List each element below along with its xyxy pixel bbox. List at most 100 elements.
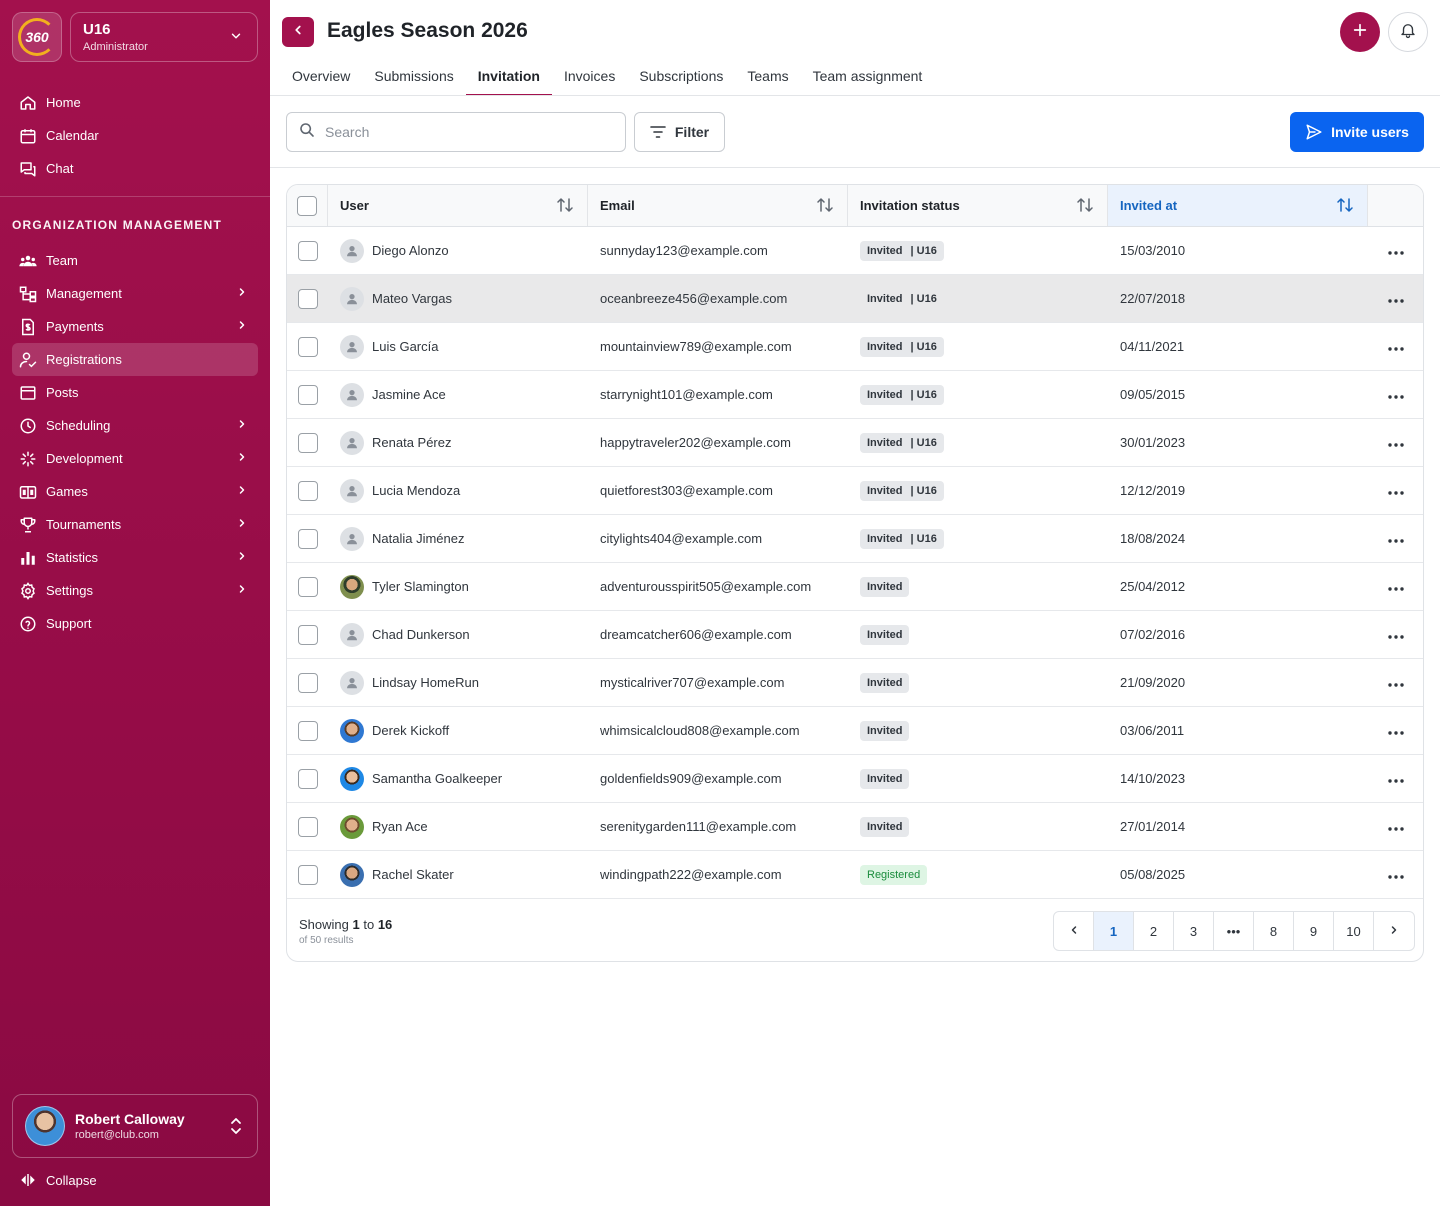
column-header-status[interactable]: Invitation status xyxy=(848,185,1108,226)
invited-at-cell: 25/04/2012 xyxy=(1120,579,1186,594)
row-checkbox[interactable] xyxy=(297,528,318,549)
org-switcher[interactable]: U16 Administrator xyxy=(70,12,258,62)
table-row[interactable]: Tyler Slamington adventurousspirit505@exa… xyxy=(287,563,1423,611)
column-header-invited-at[interactable]: Invited at xyxy=(1108,185,1368,226)
select-all-checkbox[interactable] xyxy=(297,195,317,216)
more-horizontal-icon xyxy=(1387,819,1404,834)
tab-teams[interactable]: Teams xyxy=(735,60,800,96)
row-select-cell xyxy=(287,419,328,466)
avatar xyxy=(340,574,364,599)
row-checkbox[interactable] xyxy=(297,432,318,453)
row-actions-button[interactable] xyxy=(1368,707,1423,754)
email-cell: mountainview789@example.com xyxy=(600,339,792,354)
sidebar-item-payments[interactable]: Payments xyxy=(12,310,258,343)
status-badge: Invited | U16 xyxy=(860,432,944,453)
sidebar-item-scheduling[interactable]: Scheduling xyxy=(12,409,258,442)
table-row[interactable]: Luis García mountainview789@example.com In… xyxy=(287,323,1423,371)
sidebar-item-development[interactable]: Development xyxy=(12,442,258,475)
sidebar-item-settings[interactable]: Settings xyxy=(12,574,258,607)
table-row[interactable]: Chad Dunkerson dreamcatcher606@example.co… xyxy=(287,611,1423,659)
page-ellipsis[interactable]: ••• xyxy=(1214,912,1254,950)
table-row[interactable]: Jasmine Ace starrynight101@example.com Inv… xyxy=(287,371,1423,419)
sidebar-item-tournaments[interactable]: Tournaments xyxy=(12,508,258,541)
row-checkbox[interactable] xyxy=(297,288,318,309)
add-button[interactable] xyxy=(1340,12,1380,52)
club-logo[interactable]: 360 xyxy=(12,12,62,62)
status-text: Invited xyxy=(867,388,903,401)
row-checkbox[interactable] xyxy=(297,816,318,837)
sidebar-item-home[interactable]: Home xyxy=(12,86,258,119)
table-row[interactable]: Derek Kickoff whimsicalcloud808@example.c… xyxy=(287,707,1423,755)
row-actions-button[interactable] xyxy=(1368,563,1423,610)
row-checkbox[interactable] xyxy=(297,720,318,741)
page-9[interactable]: 9 xyxy=(1294,912,1334,950)
table-row[interactable]: Lindsay HomeRun mysticalriver707@example.… xyxy=(287,659,1423,707)
page-2[interactable]: 2 xyxy=(1134,912,1174,950)
collapse-button[interactable]: Collapse xyxy=(18,1170,97,1190)
page-8[interactable]: 8 xyxy=(1254,912,1294,950)
tab-submissions[interactable]: Submissions xyxy=(362,60,465,96)
table-row[interactable]: Mateo Vargas oceanbreeze456@example.com In… xyxy=(287,275,1423,323)
row-checkbox[interactable] xyxy=(297,672,318,693)
tab-team-assignment[interactable]: Team assignment xyxy=(801,60,935,96)
tab-invitation[interactable]: Invitation xyxy=(465,60,553,96)
filter-button[interactable]: Filter xyxy=(634,112,725,152)
table-row[interactable]: Rachel Skater windingpath222@example.com R… xyxy=(287,851,1423,899)
chevron-right-icon xyxy=(236,550,248,565)
row-actions-button[interactable] xyxy=(1368,803,1423,850)
user-menu[interactable]: Robert Calloway robert@club.com xyxy=(12,1094,258,1158)
page-10[interactable]: 10 xyxy=(1334,912,1374,950)
table-row[interactable]: Ryan Ace serenitygarden111@example.com Inv… xyxy=(287,803,1423,851)
page-3[interactable]: 3 xyxy=(1174,912,1214,950)
column-header-user[interactable]: User xyxy=(328,185,588,226)
back-button[interactable] xyxy=(282,17,314,47)
row-actions-button[interactable] xyxy=(1368,611,1423,658)
table-row[interactable]: Lucia Mendoza quietforest303@example.com I… xyxy=(287,467,1423,515)
sidebar-item-management[interactable]: Management xyxy=(12,277,258,310)
sidebar-item-team[interactable]: Team xyxy=(12,244,258,277)
row-checkbox[interactable] xyxy=(297,240,318,261)
row-actions-button[interactable] xyxy=(1368,227,1423,274)
home-icon xyxy=(18,93,38,113)
tab-subscriptions[interactable]: Subscriptions xyxy=(627,60,735,96)
sidebar-item-calendar[interactable]: Calendar xyxy=(12,119,258,152)
status-team-text: U16 xyxy=(916,532,937,545)
row-actions-button[interactable] xyxy=(1368,323,1423,370)
tab-overview[interactable]: Overview xyxy=(280,60,362,96)
row-checkbox[interactable] xyxy=(297,864,318,885)
more-horizontal-icon xyxy=(1387,243,1404,258)
table-row[interactable]: Natalia Jiménez citylights404@example.com… xyxy=(287,515,1423,563)
invite-users-button[interactable]: Invite users xyxy=(1290,112,1424,152)
table-row[interactable]: Diego Alonzo sunnyday123@example.com Invit… xyxy=(287,227,1423,275)
next-page-button[interactable] xyxy=(1374,912,1414,950)
row-actions-button[interactable] xyxy=(1368,419,1423,466)
row-checkbox[interactable] xyxy=(297,384,318,405)
column-header-email[interactable]: Email xyxy=(588,185,848,226)
page-1[interactable]: 1 xyxy=(1094,912,1134,950)
row-checkbox[interactable] xyxy=(297,576,318,597)
row-actions-button[interactable] xyxy=(1368,659,1423,706)
sidebar-item-games[interactable]: Games xyxy=(12,475,258,508)
column-label: Email xyxy=(600,198,635,213)
table-row[interactable]: Renata Pérez happytraveler202@example.com… xyxy=(287,419,1423,467)
tab-invoices[interactable]: Invoices xyxy=(552,60,627,96)
row-checkbox[interactable] xyxy=(297,624,318,645)
sidebar-item-statistics[interactable]: Statistics xyxy=(12,541,258,574)
sidebar-item-chat[interactable]: Chat xyxy=(12,152,258,185)
row-actions-button[interactable] xyxy=(1368,467,1423,514)
row-actions-button[interactable] xyxy=(1368,851,1423,898)
sidebar-item-registrations[interactable]: Registrations xyxy=(12,343,258,376)
notifications-button[interactable] xyxy=(1388,12,1428,52)
row-actions-button[interactable] xyxy=(1368,275,1423,322)
sidebar-item-support[interactable]: Support xyxy=(12,607,258,640)
row-actions-button[interactable] xyxy=(1368,515,1423,562)
row-checkbox[interactable] xyxy=(297,768,318,789)
row-checkbox[interactable] xyxy=(297,480,318,501)
sidebar-item-posts[interactable]: Posts xyxy=(12,376,258,409)
row-actions-button[interactable] xyxy=(1368,755,1423,802)
prev-page-button[interactable] xyxy=(1054,912,1094,950)
row-checkbox[interactable] xyxy=(297,336,318,357)
row-actions-button[interactable] xyxy=(1368,371,1423,418)
table-row[interactable]: Samantha Goalkeeper goldenfields909@examp… xyxy=(287,755,1423,803)
search-input[interactable] xyxy=(325,124,605,140)
